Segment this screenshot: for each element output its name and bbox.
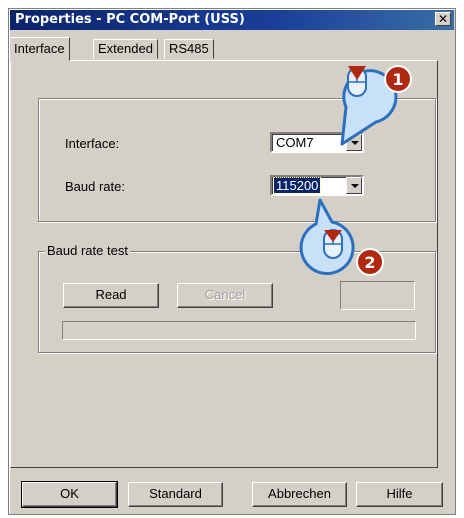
mouse-click-icon	[347, 66, 367, 97]
abbrechen-button[interactable]: Abbrechen	[252, 482, 347, 507]
svg-text:1: 1	[392, 70, 403, 89]
close-icon: ✕	[437, 12, 449, 26]
close-button[interactable]: ✕	[435, 12, 451, 26]
read-button[interactable]: Read	[63, 283, 159, 308]
help-button[interactable]: Hilfe	[356, 482, 443, 507]
tab-label: RS485	[169, 41, 209, 56]
ok-button[interactable]: OK	[21, 481, 118, 508]
baud-rate-label: Baud rate:	[65, 179, 125, 194]
tab-label: Interface	[14, 41, 65, 56]
standard-button-label: Standard	[149, 486, 202, 501]
tab-label: Extended	[98, 41, 153, 56]
baud-rate-select[interactable]: 115200	[270, 175, 364, 196]
read-button-label: Read	[95, 287, 127, 302]
callout-1: 1	[340, 65, 412, 146]
title-bar[interactable]: Properties - PC COM-Port (USS) ✕	[10, 10, 454, 30]
svg-text:2: 2	[364, 253, 375, 272]
step-badge-1: 1	[384, 65, 412, 93]
group-title: Baud rate test	[45, 243, 130, 258]
window-title: Properties - PC COM-Port (USS)	[15, 12, 245, 27]
baud-rate-value: 115200	[272, 177, 322, 194]
help-button-label: Hilfe	[386, 486, 413, 501]
ok-button-label: OK	[60, 486, 79, 501]
cancel-test-button[interactable]: Cancel	[177, 283, 273, 308]
mouse-click-icon	[323, 229, 343, 259]
step-badge-2: 2	[356, 248, 384, 276]
interface-value: COM7	[276, 135, 314, 150]
baud-test-progress-bar	[62, 321, 416, 340]
tab-interface[interactable]: Interface	[9, 37, 70, 61]
cancel-test-button-label: Cancel	[204, 287, 246, 302]
tab-extended[interactable]: Extended	[93, 39, 158, 59]
chevron-down-icon[interactable]	[346, 177, 362, 194]
callout-2: 2	[299, 198, 384, 276]
abbrechen-button-label: Abbrechen	[268, 486, 331, 501]
standard-button[interactable]: Standard	[128, 482, 223, 507]
interface-label: Interface:	[65, 136, 120, 151]
tab-rs485[interactable]: RS485	[164, 39, 214, 59]
